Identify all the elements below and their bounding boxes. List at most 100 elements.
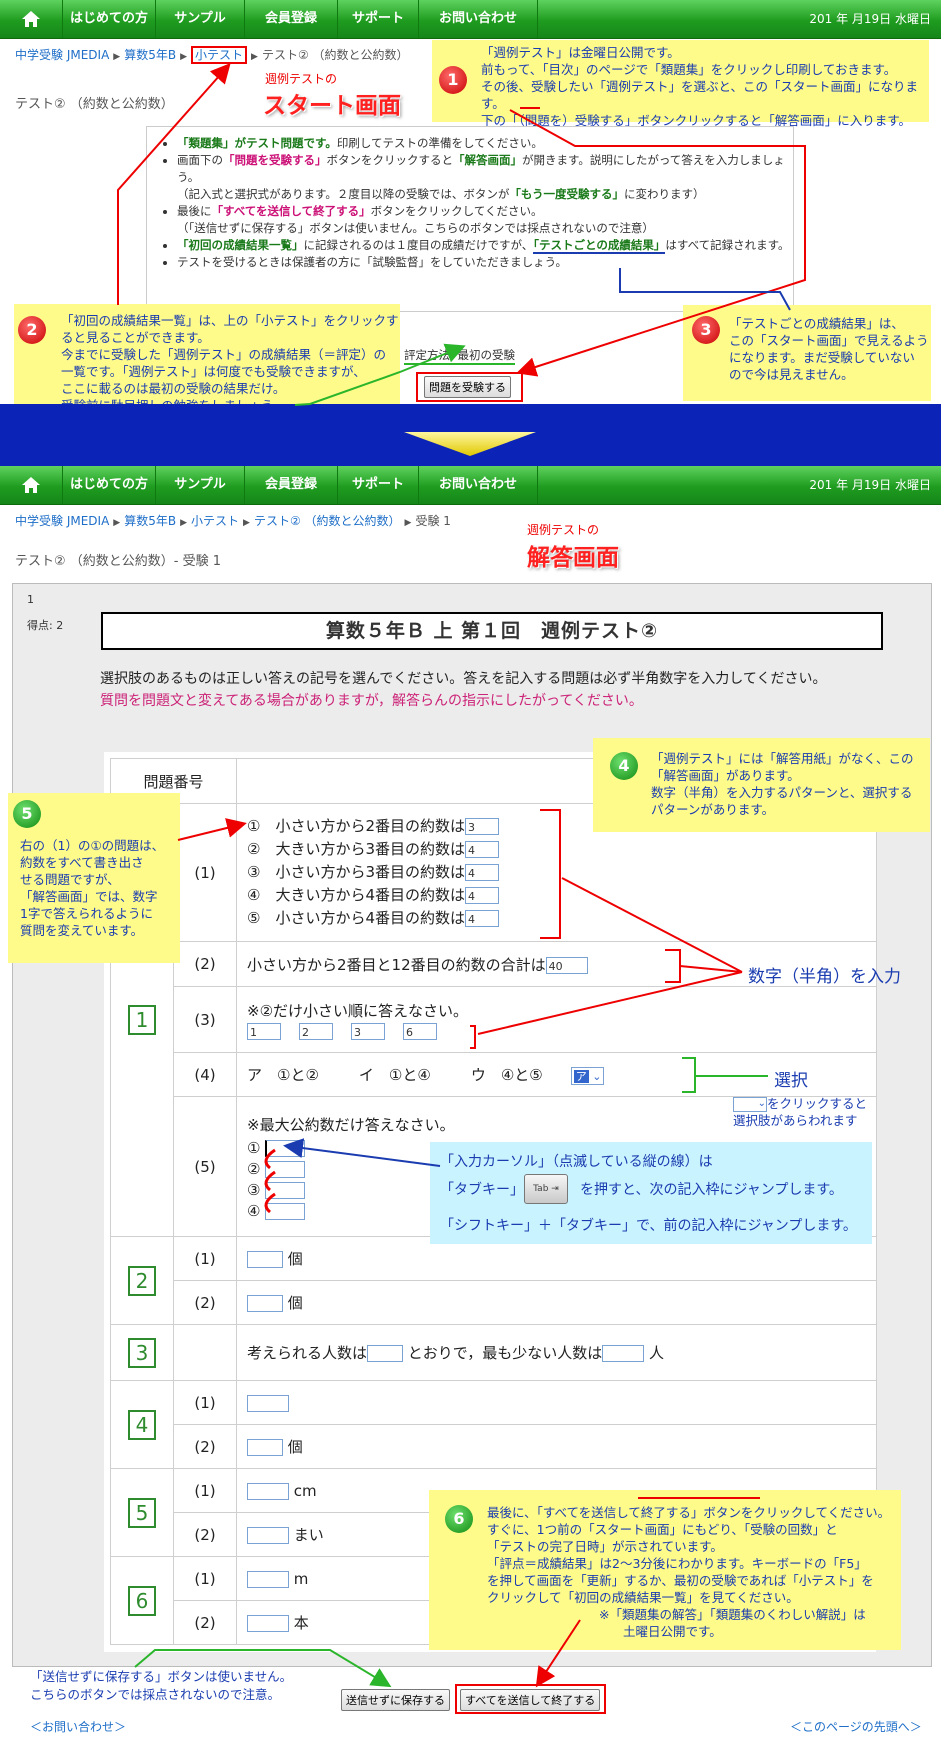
crumb-course[interactable]: 算数5年B [124,48,176,62]
q1-2-input[interactable]: 40 [545,956,588,974]
q2-2-label: (2) [173,1280,237,1325]
top-navbar-2: はじめての方 サンプル 会員登録 サポート お問い合わせ 201 年 月19日 … [0,466,941,505]
home-icon [22,11,40,27]
crumb-course-2[interactable]: 算数5年B [124,514,176,528]
q2-2-answer: 個 [236,1280,877,1325]
nav-beginners-2[interactable]: はじめての方 [63,466,156,504]
save-without-submit-button[interactable]: 送信せずに保存する [341,1689,450,1711]
q4-1-input[interactable] [247,1394,289,1412]
select-hint: ⌄をクリックすると 選択肢があらわれます [733,1096,868,1128]
nav-support[interactable]: サポート [338,0,419,38]
q1-3-label: (3) [173,986,237,1053]
q6-1-input[interactable] [247,1570,289,1588]
q5-2-label: (2) [173,1512,237,1557]
q1-3-input-1[interactable]: 1 [247,1022,281,1040]
step-6-badge: 6 [445,1505,473,1533]
nav-sample-2[interactable]: サンプル [156,466,245,504]
score: 得点: 2 [27,619,64,632]
nav-date-2: 201 年 月19日 水曜日 [809,478,931,492]
chevron-down-icon: ⌄ [588,1070,602,1083]
step-4-badge: 4 [610,752,638,780]
q1-5-input-4[interactable] [265,1202,306,1220]
step-5-badge: 5 [13,800,41,828]
q4-1-label: (1) [173,1380,237,1425]
q3-number: 3 [110,1324,174,1381]
q1-2-label: (2) [173,941,237,987]
home-button-2[interactable] [0,466,63,504]
mini-select-icon: ⌄ [733,1097,767,1112]
note-6: 最後に、「すべてを送信して終了する」ボタンをクリックしてください。 すぐに、1つ前… [429,1490,901,1650]
caption-start-screen: スタート画面 [263,93,401,119]
q4-2-input[interactable] [247,1439,283,1456]
q1-1-label: (1) [173,803,237,942]
caption-small: 週例テストの [265,72,338,86]
top-navbar: はじめての方 サンプル 会員登録 サポート お問い合わせ 201 年 月19日 … [0,0,941,39]
home-icon [22,477,40,493]
q5-2-input[interactable] [247,1527,289,1544]
q2-1-label: (1) [173,1236,237,1281]
q4-number: 4 [110,1380,174,1469]
label-number-input: 数字（半角）を入力 [748,967,901,987]
bullet-4: 「初回の成績結果一覧」に記録されるのは１度目の成績だけですが、「テストごとの成績… [177,237,793,254]
q1-1-input-2[interactable]: 4 [465,841,499,858]
q1-4-select[interactable]: ア ⌄ [570,1067,605,1085]
crumb-quiz-2[interactable]: 小テスト [191,514,239,528]
q1-3-input-3[interactable]: 3 [351,1022,385,1040]
q1-1-input-3[interactable]: 4 [465,864,499,881]
breadcrumb: 中学受験 JMEDIA ▶ 算数5年B ▶ 小テスト ▶ テスト② （約数と公約数） [15,46,409,64]
start-instructions: 「類題集」がテスト問題です。印刷してテストの準備をしてください。 画面下の「問題… [146,126,794,312]
q6-2-input[interactable] [247,1615,289,1632]
q6-1-label: (1) [173,1556,237,1601]
nav-sample[interactable]: サンプル [156,0,245,38]
footer-top-link[interactable]: ＜このページの先頭へ＞ [790,1718,922,1735]
q1-1-input-4[interactable]: 4 [465,887,499,904]
q1-5-input-3[interactable] [265,1181,306,1199]
q3-input-2[interactable] [602,1345,645,1362]
crumb-test-2[interactable]: テスト② （約数と公約数） [254,514,401,528]
label-select: 選択 [774,1071,808,1091]
q1-3-input-2[interactable]: 2 [299,1022,333,1040]
q2-number: 2 [110,1236,174,1325]
nav-contact-2[interactable]: お問い合わせ [419,466,538,504]
q2-2-input[interactable] [247,1295,283,1312]
nav-date: 201 年 月19日 水曜日 [809,12,931,26]
nav-contact[interactable]: お問い合わせ [419,0,538,38]
crumb-current-2: 受験 1 [415,514,451,528]
home-button[interactable] [0,0,63,38]
q1-5-input-1[interactable] [265,1139,306,1157]
q4-1-answer [236,1380,877,1425]
q2-1-input[interactable] [247,1251,283,1268]
eval-method: 評定方法: 最初の受験 [404,347,516,365]
q1-5-input-2[interactable] [265,1160,306,1178]
instructions: 選択肢のあるものは正しい答えの記号を選んでください。答えを記入する問題は必ず半角… [100,671,827,709]
q5-1-input[interactable] [247,1482,289,1500]
caption-small-2: 週例テストの [527,523,600,537]
take-test-button[interactable]: 問題を受験する [424,376,511,398]
crumb-home[interactable]: 中学受験 JMEDIA [15,48,109,62]
footer-contact-link[interactable]: ＜お問い合わせ＞ [30,1718,126,1735]
bottom-note: 「送信せずに保存する」ボタンは使いません。 こちらのボタンでは採点されないので注意… [30,1669,293,1702]
nav-beginners[interactable]: はじめての方 [63,0,156,38]
crumb-home-2[interactable]: 中学受験 JMEDIA [15,514,109,528]
note-1: 「週例テスト」は金曜日公開です。 前もって、「目次」のページで「類題集」をクリック… [432,40,929,128]
q1-1-input-1[interactable]: 3 [465,818,499,835]
crumb-quiz[interactable]: 小テスト [191,46,248,64]
submit-all-button[interactable]: すべてを送信して終了する [460,1689,601,1711]
bullet-1: 「類題集」がテスト問題です。印刷してテストの準備をしてください。 [177,135,793,152]
step-2-badge: 2 [18,316,46,344]
q1-3-input-4[interactable]: 6 [403,1022,437,1040]
nav-support-2[interactable]: サポート [338,466,419,504]
test-title: 算数５年Ｂ 上 第１回 週例テスト② [101,612,883,650]
step-1-badge: 1 [439,66,467,94]
nav-register-2[interactable]: 会員登録 [245,466,338,504]
caption-answer-screen: 解答画面 [527,545,619,571]
q6-number: 6 [110,1556,174,1645]
q1-3-answer: ※②だけ小さい順に答えなさい。 1236 [236,986,877,1053]
q6-2-label: (2) [173,1600,237,1645]
q1-1-input-5[interactable]: 4 [465,910,499,927]
q5-number: 5 [110,1468,174,1557]
nav-register[interactable]: 会員登録 [245,0,338,38]
q3-input-1[interactable] [367,1345,404,1362]
tab-key-icon: Tab ⇥ [524,1174,568,1204]
page-number: 1 [27,593,34,606]
